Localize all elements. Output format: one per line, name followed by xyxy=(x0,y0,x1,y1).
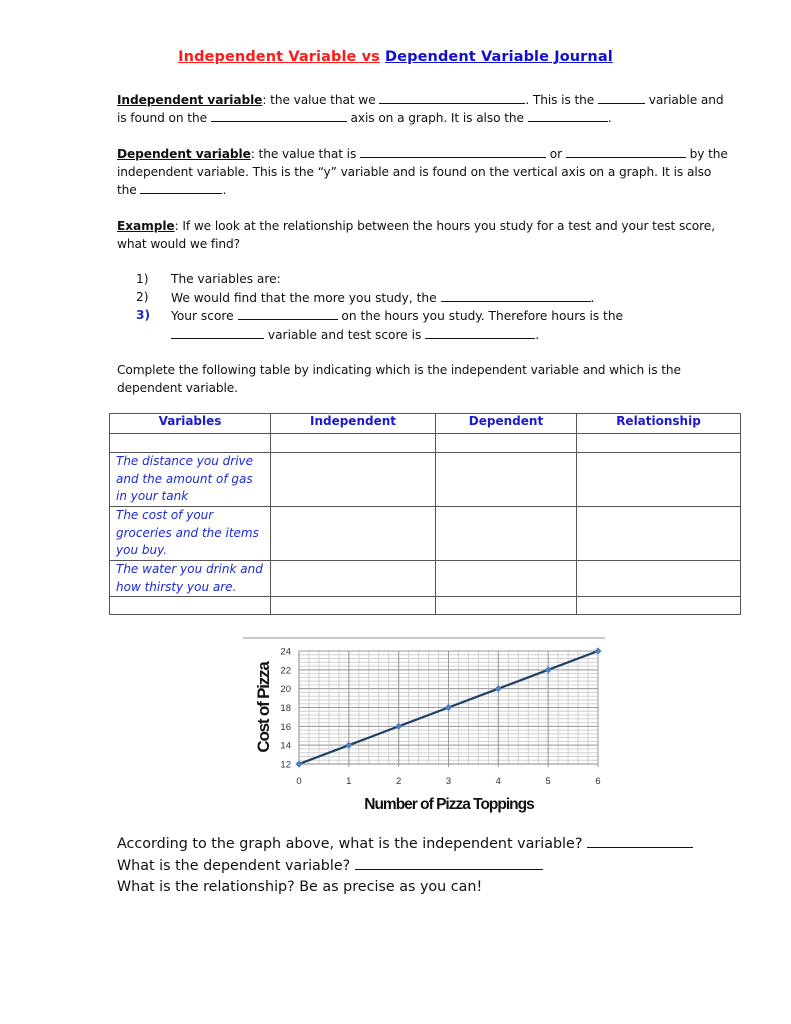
list-item: 3) Your score on the hours you study. Th… xyxy=(136,307,624,323)
y-tick-label: 24 xyxy=(280,647,291,658)
x-tick-label: 1 xyxy=(346,776,351,787)
independent-term: Independent variable xyxy=(117,93,263,107)
independent-cell[interactable] xyxy=(270,433,436,453)
y-axis-label: Cost of Pizza xyxy=(254,661,273,753)
independent-cell[interactable] xyxy=(270,506,436,561)
independent-cell[interactable] xyxy=(270,560,436,597)
x-tick-label: 0 xyxy=(296,776,301,787)
variable-cell: The water you drink and how thirsty you … xyxy=(109,560,271,597)
independent-cell[interactable] xyxy=(270,596,436,615)
x-tick-label: 6 xyxy=(595,776,600,787)
variable-cell xyxy=(109,433,271,453)
dependent-cell[interactable] xyxy=(435,452,577,507)
y-tick-label: 20 xyxy=(280,684,291,695)
dependent-cell[interactable] xyxy=(435,560,577,597)
table-row: The cost of your groceries and the items… xyxy=(109,506,741,561)
y-tick-label: 16 xyxy=(280,722,291,733)
variable-cell: The cost of your groceries and the items… xyxy=(109,506,271,561)
answer-blank[interactable] xyxy=(379,91,526,104)
independent-definition: Independent variable: the value that we … xyxy=(117,91,724,125)
variables-table: Variables Independent Dependent Relation… xyxy=(109,413,741,615)
chart-svg: 121416182022240 1 2 3 4 5 6 Cost of Pizza Numb… xyxy=(254,647,602,813)
y-tick-label: 22 xyxy=(280,665,291,676)
relationship-cell[interactable] xyxy=(576,560,741,597)
answer-blank[interactable] xyxy=(237,307,338,320)
title-independent: Independent Variable vs xyxy=(178,49,380,65)
answer-blank[interactable] xyxy=(440,289,591,302)
header-independent: Independent xyxy=(270,413,436,434)
answer-blank[interactable] xyxy=(597,91,645,104)
variable-cell xyxy=(109,596,271,615)
example-paragraph: Example: If we look at the relationship … xyxy=(117,219,715,251)
x-tick-label: 2 xyxy=(396,776,401,787)
page-title: Independent Variable vs Dependent Variab… xyxy=(0,49,791,65)
question-relationship: What is the relationship? Be as precise … xyxy=(117,879,483,895)
list-item: 2) We would find that the more you study… xyxy=(136,289,595,305)
list-item-continuation: variable and test score is . xyxy=(136,326,696,345)
title-dependent: Dependent Variable Journal xyxy=(385,49,613,65)
relationship-cell[interactable] xyxy=(576,506,741,561)
answer-blank[interactable] xyxy=(210,109,347,122)
answer-blank[interactable] xyxy=(354,855,543,870)
question-dependent: What is the dependent variable? xyxy=(117,855,737,877)
answer-blank[interactable] xyxy=(586,833,693,848)
x-tick-label: 3 xyxy=(446,776,451,787)
graph-questions: According to the graph above, what is th… xyxy=(117,833,737,898)
y-tick-label: 14 xyxy=(280,741,291,752)
header-dependent: Dependent xyxy=(435,413,577,434)
table-row xyxy=(109,596,741,615)
y-tick-label: 18 xyxy=(280,703,291,714)
dependent-cell[interactable] xyxy=(435,596,577,615)
relationship-cell[interactable] xyxy=(576,596,741,615)
answer-blank[interactable] xyxy=(565,145,686,158)
answer-blank[interactable] xyxy=(527,109,608,122)
y-tick-label: 12 xyxy=(280,760,291,771)
dependent-cell[interactable] xyxy=(435,506,577,561)
table-header-row: Variables Independent Dependent Relation… xyxy=(109,413,741,434)
example-list: 1) The variables are: 2) We would find t… xyxy=(136,271,696,344)
question-independent: According to the graph above, what is th… xyxy=(117,833,737,855)
independent-cell[interactable] xyxy=(270,452,436,507)
table-row xyxy=(109,433,741,453)
header-variables: Variables xyxy=(109,413,271,434)
x-tick-label: 5 xyxy=(546,776,551,787)
table-row: The water you drink and how thirsty you … xyxy=(109,560,741,597)
example-term: Example xyxy=(117,219,175,233)
answer-blank[interactable] xyxy=(171,326,264,339)
table-instructions: Complete the following table by indicati… xyxy=(117,363,681,395)
header-relationship: Relationship xyxy=(576,413,741,434)
table-row: The distance you drive and the amount of… xyxy=(109,452,741,507)
answer-blank[interactable] xyxy=(140,181,223,194)
worksheet-page: Independent Variable vs Dependent Variab… xyxy=(0,0,791,1024)
x-tick-label: 4 xyxy=(496,776,501,787)
answer-blank[interactable] xyxy=(425,326,536,339)
dependent-cell[interactable] xyxy=(435,433,577,453)
dependent-definition: Dependent variable: the value that is or… xyxy=(117,145,728,197)
list-item: 1) The variables are: xyxy=(136,272,281,286)
relationship-cell[interactable] xyxy=(576,452,741,507)
x-axis-label: Number of Pizza Toppings xyxy=(364,796,534,813)
dependent-term: Dependent variable xyxy=(117,147,251,161)
variable-cell: The distance you drive and the amount of… xyxy=(109,452,271,507)
relationship-cell[interactable] xyxy=(576,433,741,453)
answer-blank[interactable] xyxy=(360,145,546,158)
pizza-chart: 12 14 16 18 20 22 24 0 1 2 3 4 5 6 Cost of Pizza Numb… xyxy=(243,630,613,820)
